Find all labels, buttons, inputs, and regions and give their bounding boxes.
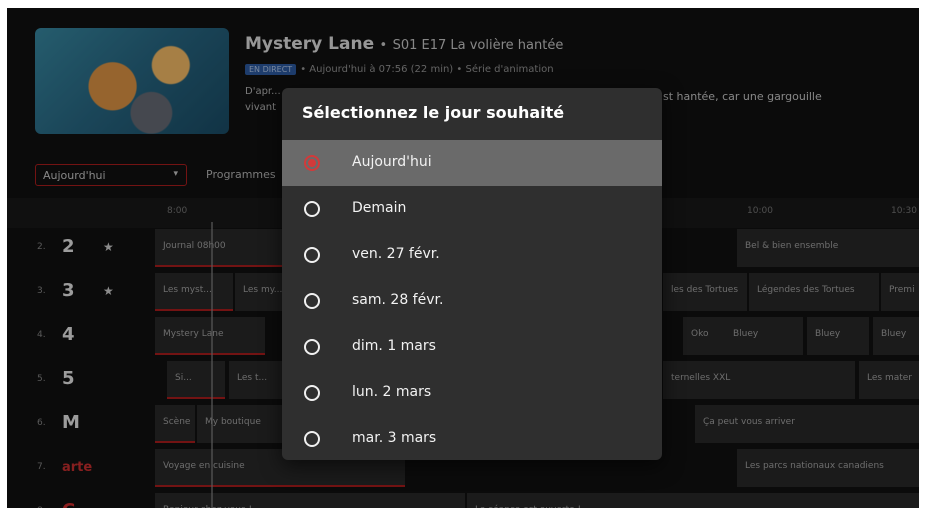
day-option-label: dim. 1 mars: [352, 338, 436, 354]
day-option[interactable]: dim. 1 mars: [282, 324, 662, 370]
radio-icon: [304, 385, 320, 401]
day-option[interactable]: sam. 28 févr.: [282, 278, 662, 324]
dialog-title: Sélectionnez le jour souhaité: [302, 103, 565, 122]
day-picker-dialog: Sélectionnez le jour souhaité Aujourd'hu…: [282, 88, 662, 460]
day-option[interactable]: ven. 27 févr.: [282, 232, 662, 278]
tv-guide-screen: Mystery Lane • S01 E17 La volière hantée…: [7, 8, 919, 508]
day-option-label: sam. 28 févr.: [352, 292, 444, 308]
day-option-label: mar. 3 mars: [352, 430, 437, 446]
day-option[interactable]: Demain: [282, 186, 662, 232]
day-option-label: Demain: [352, 200, 407, 216]
radio-icon: [304, 339, 320, 355]
day-option-label: ven. 27 févr.: [352, 246, 440, 262]
radio-icon: [304, 293, 320, 309]
day-option-label: lun. 2 mars: [352, 384, 432, 400]
day-option[interactable]: Aujourd'hui: [282, 140, 662, 186]
radio-selected-icon: [304, 155, 320, 171]
radio-icon: [304, 431, 320, 447]
radio-icon: [304, 247, 320, 263]
day-option[interactable]: lun. 2 mars: [282, 370, 662, 416]
day-option-label: Aujourd'hui: [352, 154, 432, 170]
day-option[interactable]: mar. 3 mars: [282, 416, 662, 460]
radio-icon: [304, 201, 320, 217]
